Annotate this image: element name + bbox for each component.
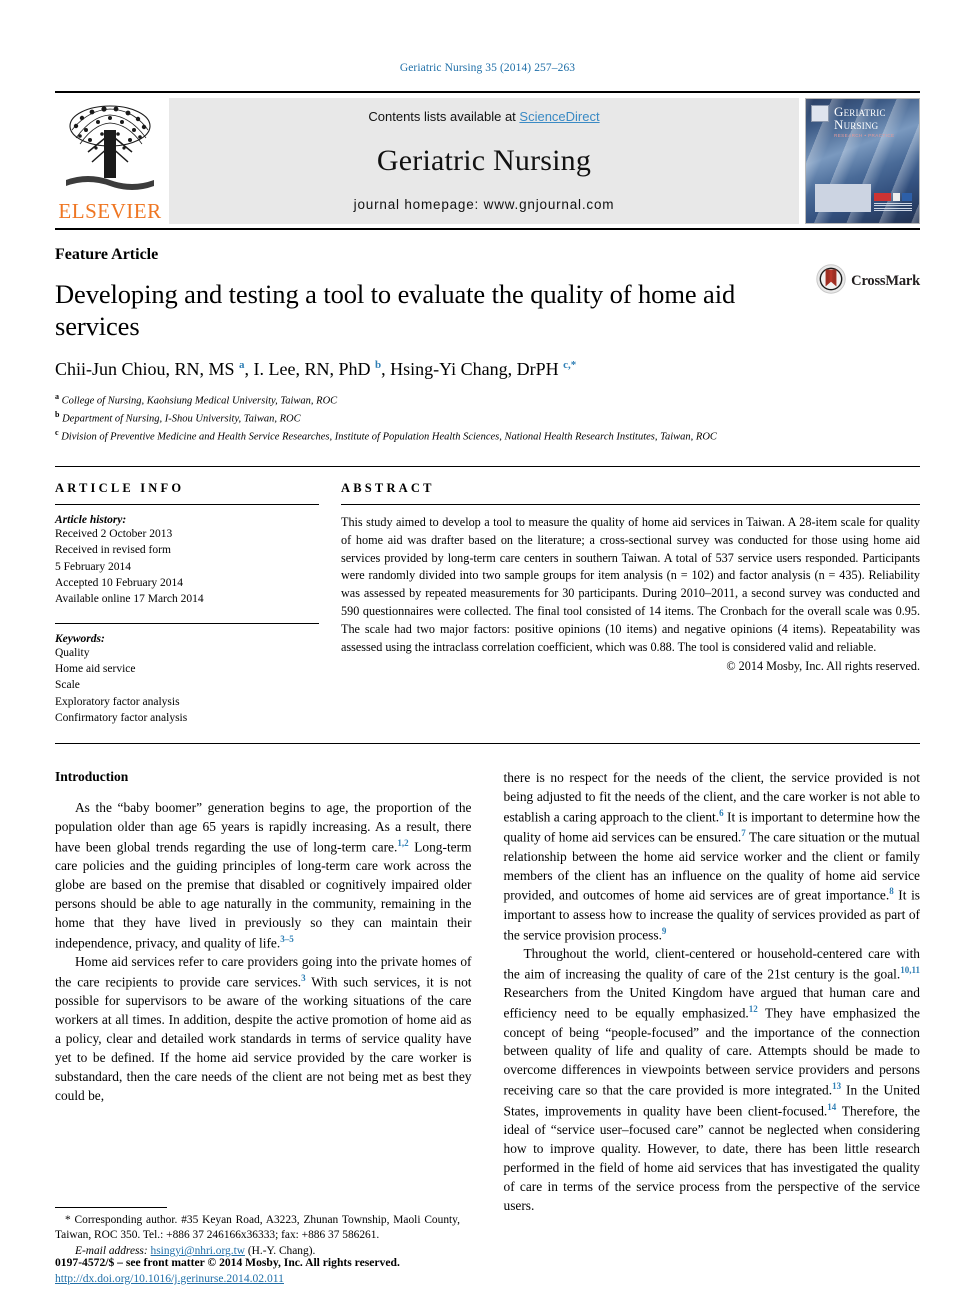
abstract-heading: ABSTRACT <box>341 480 435 495</box>
abstract-copyright: © 2014 Mosby, Inc. All rights reserved. <box>726 659 920 674</box>
journal-cover-thumbnail[interactable]: Geriatric Nursing RESEARCH • PRACTICE <box>805 98 920 224</box>
paragraph: Home aid services refer to care provider… <box>55 954 472 1103</box>
affiliation-c: c Division of Preventive Medicine and He… <box>55 427 920 445</box>
article-history-list: Received 2 October 2013 Received in revi… <box>55 526 319 608</box>
author-list: Chii-Jun Chiou, RN, MS a, I. Lee, RN, Ph… <box>55 358 577 379</box>
issn-block: 0197-4572/$ – see front matter © 2014 Mo… <box>55 1256 575 1287</box>
introduction-heading: Introduction <box>55 769 129 785</box>
body-column-right: there is no respect for the needs of the… <box>504 769 921 1215</box>
journal-band: Contents lists available at ScienceDirec… <box>169 98 799 224</box>
corresponding-author-note: * Corresponding author. #35 Keyan Road, … <box>55 1213 460 1242</box>
page-title: Developing and testing a tool to evaluat… <box>55 279 736 342</box>
sciencedirect-link[interactable]: ScienceDirect <box>519 109 599 124</box>
cover-title-line2: Nursing <box>834 117 879 133</box>
paragraph: As the “baby boomer” generation begins t… <box>55 800 472 951</box>
crossmark-badge[interactable]: CrossMark <box>816 264 920 299</box>
affiliation-b: b Department of Nursing, I-Shou Universi… <box>55 409 920 427</box>
history-item: 5 February 2014 <box>55 560 132 573</box>
cover-badge-icon <box>811 105 829 122</box>
elsevier-wordmark: ELSEVIER <box>58 199 162 223</box>
contents-available-line: Contents lists available at ScienceDirec… <box>368 109 599 124</box>
contents-prefix: Contents lists available at <box>368 109 520 124</box>
cover-image-placeholder <box>815 184 871 212</box>
elsevier-logo: ELSEVIER <box>55 98 165 224</box>
affiliation-a: a College of Nursing, Kaohsiung Medical … <box>55 391 920 409</box>
issn-line: 0197-4572/$ – see front matter © 2014 Mo… <box>55 1256 400 1269</box>
abstract-column: ABSTRACT This study aimed to develop a t… <box>333 481 920 726</box>
info-abstract-row: ARTICLE INFO Article history: Received 2… <box>55 467 920 726</box>
affiliation-text-c: Division of Preventive Medicine and Heal… <box>61 431 717 443</box>
body-column-left: Introduction As the “baby boomer” genera… <box>55 769 472 1215</box>
cover-title-line1: Geriatric <box>834 104 886 119</box>
article-info-rule <box>55 503 319 505</box>
article-history-label: Article history: <box>55 513 127 526</box>
journal-homepage[interactable]: journal homepage: www.gnjournal.com <box>354 197 615 212</box>
paragraph: there is no respect for the needs of the… <box>503 770 921 943</box>
crossmark-label: CrossMark <box>851 273 920 289</box>
affiliations: a College of Nursing, Kaohsiung Medical … <box>55 391 920 446</box>
keywords-rule <box>55 622 319 624</box>
article-info-heading: ARTICLE INFO <box>55 480 185 495</box>
abstract-text: This study aimed to develop a tool to me… <box>341 514 920 654</box>
cover-title: Geriatric Nursing RESEARCH • PRACTICE <box>834 105 895 138</box>
elsevier-tree-icon <box>58 100 162 196</box>
journal-masthead: ELSEVIER Contents lists available at Sci… <box>55 91 920 224</box>
history-item: Received in revised form <box>55 544 171 557</box>
journal-title: Geriatric Nursing <box>376 143 592 177</box>
footnote-block: * Corresponding author. #35 Keyan Road, … <box>55 1206 460 1257</box>
article-page: Geriatric Nursing 35 (2014) 257–263 ELSE… <box>0 0 975 1305</box>
keyword-item: Quality <box>55 646 90 659</box>
cover-footer-logos <box>874 192 912 211</box>
keyword-item: Exploratory factor analysis <box>55 695 180 708</box>
affiliation-text-b: Department of Nursing, I-Shou University… <box>62 413 301 425</box>
keyword-item: Home aid service <box>55 662 136 675</box>
history-item: Accepted 10 February 2014 <box>55 576 184 589</box>
footnote-rule <box>55 1206 167 1208</box>
history-item: Available online 17 March 2014 <box>55 593 204 606</box>
keywords-block: Keywords: Quality Home aid service Scale… <box>55 622 319 727</box>
abstract-rule <box>341 503 920 505</box>
doi-link[interactable]: http://dx.doi.org/10.1016/j.gerinurse.20… <box>55 1272 284 1285</box>
affiliation-marker-b: b <box>55 410 60 420</box>
title-block: Feature Article Developing and testing a… <box>55 230 920 446</box>
cover-header: Geriatric Nursing RESEARCH • PRACTICE <box>811 105 914 138</box>
keywords-list: Quality Home aid service Scale Explorato… <box>55 645 319 727</box>
keyword-item: Scale <box>55 679 80 692</box>
running-head: Geriatric Nursing 35 (2014) 257–263 <box>399 62 576 74</box>
history-item: Received 2 October 2013 <box>55 527 173 540</box>
article-category: Feature Article <box>55 246 159 263</box>
affiliation-marker-a: a <box>55 391 59 401</box>
affiliation-marker-c: c <box>55 428 59 438</box>
crossmark-icon <box>816 264 846 299</box>
keyword-item: Confirmatory factor analysis <box>55 711 188 724</box>
keywords-label: Keywords: <box>55 632 105 645</box>
paragraph: Throughout the world, client-centered or… <box>503 946 921 1213</box>
body-columns: Introduction As the “baby boomer” genera… <box>55 744 920 1215</box>
article-info-column: ARTICLE INFO Article history: Received 2… <box>55 481 333 726</box>
cover-subtitle: RESEARCH • PRACTICE <box>834 132 895 138</box>
affiliation-text-a: College of Nursing, Kaohsiung Medical Un… <box>61 395 338 407</box>
